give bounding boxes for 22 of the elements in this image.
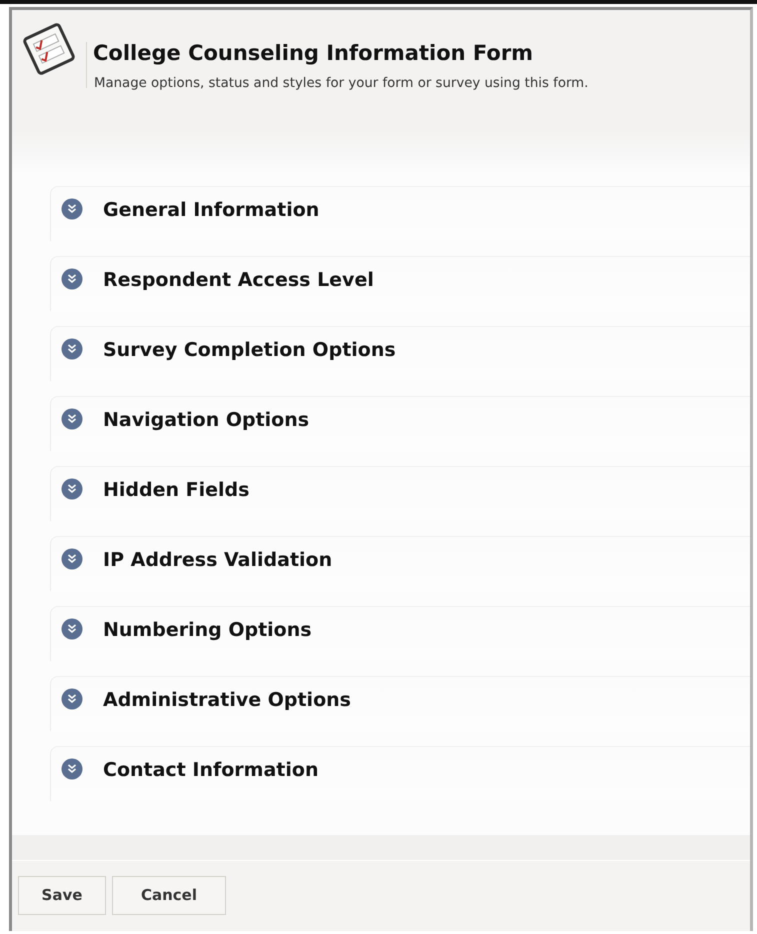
section-header[interactable]: IP Address Validation bbox=[50, 536, 750, 591]
section-header[interactable]: Survey Completion Options bbox=[50, 326, 750, 381]
section-header[interactable]: Hidden Fields bbox=[50, 466, 750, 521]
section-header[interactable]: Navigation Options bbox=[50, 396, 750, 451]
section-header[interactable]: General Information bbox=[50, 186, 750, 241]
expand-icon bbox=[61, 548, 83, 570]
expand-icon bbox=[61, 198, 83, 220]
expand-icon bbox=[61, 338, 83, 360]
section-header[interactable]: Numbering Options bbox=[50, 606, 750, 661]
expand-icon bbox=[61, 478, 83, 500]
section-header[interactable]: Contact Information bbox=[50, 746, 750, 801]
expand-icon bbox=[61, 618, 83, 640]
section-header[interactable]: Administrative Options bbox=[50, 676, 750, 731]
expand-icon bbox=[61, 688, 83, 710]
section-header[interactable]: Respondent Access Level bbox=[50, 256, 750, 311]
save-button[interactable]: Save bbox=[18, 876, 106, 914]
form-title: College Counseling Information Form bbox=[93, 41, 534, 66]
expand-icon bbox=[61, 408, 83, 430]
expand-icon bbox=[61, 758, 83, 780]
cancel-button[interactable]: Cancel bbox=[112, 876, 226, 914]
form-description: Manage options, status and styles for your form or survey using this form. bbox=[94, 75, 588, 94]
expand-icon bbox=[61, 268, 83, 290]
